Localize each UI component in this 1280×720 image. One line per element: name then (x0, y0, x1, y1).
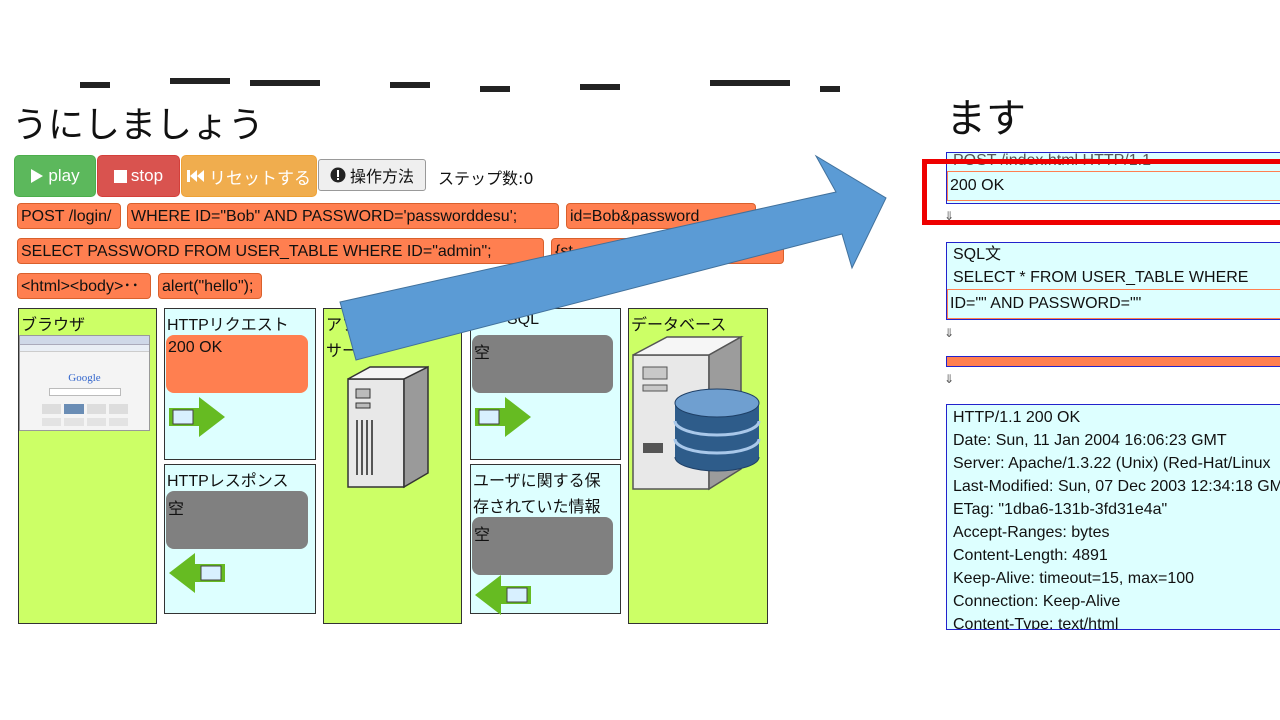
send-right-arrow-icon (169, 397, 225, 437)
lane-http-request-title: HTTPリクエスト (167, 317, 289, 334)
return-left-arrow-icon (475, 575, 531, 615)
response-line: Content-Length: 4891 (953, 547, 1108, 564)
browser-screenshot-image: Google (19, 335, 150, 431)
http-response-slot[interactable]: 空 (166, 491, 308, 549)
response-line: Accept-Ranges: bytes (953, 524, 1110, 541)
lane-user-info-title-1: ユーザに関する保 (473, 473, 601, 490)
response-line: Date: Sun, 11 Jan 2004 16:06:23 GMT (953, 432, 1227, 449)
sql-label: SQL文 (953, 246, 1002, 263)
stop-icon (113, 169, 127, 183)
response-line: Connection: Keep-Alive (953, 593, 1121, 610)
chip-alert[interactable]: alert("hello"); (158, 273, 262, 299)
red-highlight-box (922, 159, 1280, 225)
down-arrow-2: ⇓ (944, 326, 955, 340)
sql-panel: SQL文 SELECT * FROM USER_TABLE WHERE ID="… (946, 242, 1280, 320)
lane-browser: ブラウザ Google (18, 308, 157, 624)
response-panel: HTTP/1.1 200 OK Date: Sun, 11 Jan 2004 1… (946, 404, 1280, 630)
response-line: ETag: "1dba6-131b-3fd31e4a" (953, 501, 1168, 518)
play-button[interactable]: play (14, 155, 96, 197)
stop-label: stop (130, 166, 164, 185)
response-line: Server: Apache/1.3.22 (Unix) (Red-Hat/Li… (953, 455, 1271, 472)
clipped-heading-line (60, 68, 860, 98)
sql-line-2[interactable]: ID="" AND PASSWORD="" (947, 289, 1280, 319)
page-heading-right: ます (946, 96, 1026, 142)
zoom-callout-arrow-icon (339, 154, 887, 361)
user-info-slot[interactable]: 空 (472, 517, 613, 575)
sql-line-1: SELECT * FROM USER_TABLE WHERE (953, 269, 1249, 286)
http-request-slot[interactable]: 200 OK (166, 335, 308, 393)
down-arrow-1: ⇓ (944, 209, 955, 223)
play-label: play (48, 166, 80, 185)
down-arrow-3: ⇓ (944, 372, 955, 386)
empty-result-panel[interactable] (946, 356, 1280, 367)
response-line: Last-Modified: Sun, 07 Dec 2003 12:34:18… (953, 478, 1280, 495)
stop-button[interactable]: stop (97, 155, 180, 197)
lane-http-request: HTTPリクエスト 200 OK (164, 308, 316, 460)
response-line: Keep-Alive: timeout=15, max=100 (953, 570, 1195, 587)
chip-post-login[interactable]: POST /login/ (17, 203, 121, 229)
reset-label: リセットする (209, 168, 311, 188)
lane-user-info-title-2: 存されていた情報 (473, 499, 601, 516)
server-tower-icon (347, 365, 429, 489)
chip-html-body[interactable]: <html><body>･･ (17, 273, 151, 299)
lane-user-info: ユーザに関する保 存されていた情報 空 (470, 464, 621, 615)
google-logo: Google (68, 372, 101, 384)
send-right-arrow-icon (475, 397, 531, 437)
reset-button[interactable]: リセットする (181, 155, 317, 197)
rewind-icon (187, 170, 204, 182)
lane-http-response-title: HTTPレスポンス (167, 473, 289, 490)
return-left-arrow-icon (169, 553, 225, 593)
lane-browser-title: ブラウザ (21, 317, 86, 334)
response-line: Content-Type: text/html (953, 616, 1119, 630)
response-line: HTTP/1.1 200 OK (953, 409, 1081, 426)
page-heading: うにしましょう (12, 105, 265, 146)
lane-http-response: HTTPレスポンス 空 (164, 464, 316, 614)
play-icon (31, 169, 44, 183)
